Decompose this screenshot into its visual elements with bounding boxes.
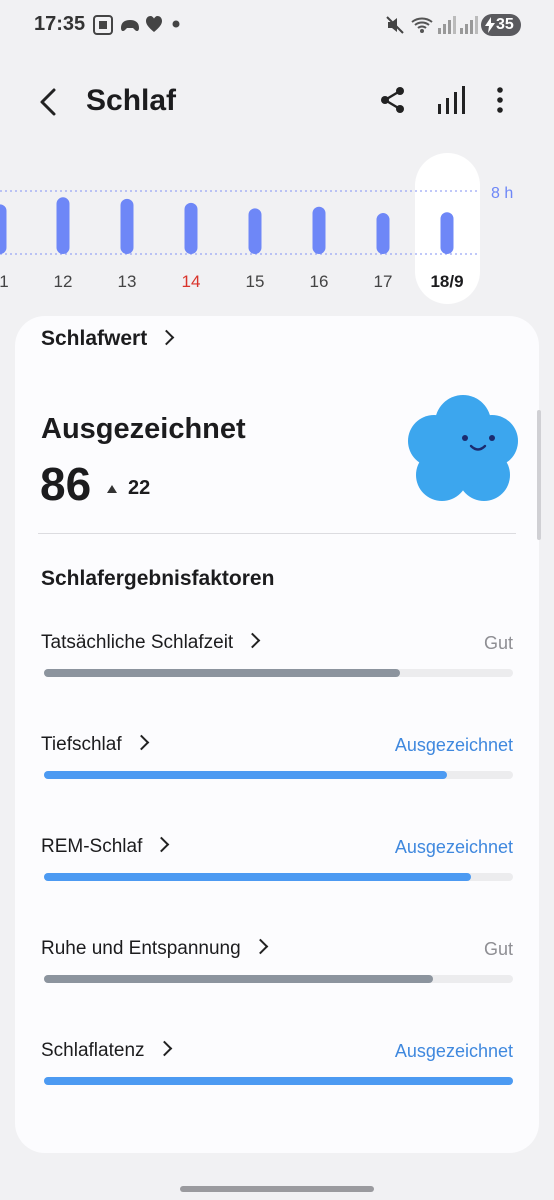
chevron-right-icon xyxy=(156,1040,172,1057)
day-label[interactable]: 16 xyxy=(299,272,339,292)
factor-progress-fill xyxy=(44,975,434,983)
factor-progress-track xyxy=(44,1077,513,1085)
sleep-bar-14[interactable] xyxy=(184,202,198,254)
sleep-bar-13[interactable] xyxy=(120,198,134,254)
factor-label-link[interactable]: Tiefschlaf xyxy=(41,734,149,756)
chevron-right-icon xyxy=(158,329,175,346)
factor-status: Ausgezeichnet xyxy=(394,735,513,755)
factor-label-link[interactable]: Schlaflatenz xyxy=(41,1040,172,1062)
factor-label: Tiefschlaf xyxy=(41,734,122,755)
score-heading: Schlafwert xyxy=(41,327,148,350)
score-heading-link[interactable]: Schlafwert xyxy=(41,327,175,351)
factors-heading: Schlafergebnisfaktoren xyxy=(41,567,275,590)
reference-label: 8 h xyxy=(491,185,513,202)
factor-status: Gut xyxy=(483,939,513,959)
factor-label: Schlaflatenz xyxy=(41,1040,145,1061)
chevron-right-icon xyxy=(252,938,268,955)
factor-status: Ausgezeichnet xyxy=(394,1041,513,1061)
factor-progress-track xyxy=(44,771,513,779)
scrollbar[interactable] xyxy=(537,410,541,540)
factor-label-link[interactable]: Tatsächliche Schlafzeit xyxy=(41,632,261,654)
score-change: 22 xyxy=(128,477,151,499)
sleep-bar-15[interactable] xyxy=(248,208,262,254)
factor-progress-track xyxy=(44,873,513,881)
score-rating: Ausgezeichnet xyxy=(41,413,246,445)
sleep-chart: 8 h xyxy=(0,185,513,255)
divider xyxy=(38,533,516,534)
sleep-bar-12[interactable] xyxy=(56,197,70,254)
triangle-up-icon xyxy=(107,485,117,493)
factor-progress-fill xyxy=(44,669,401,677)
sleep-bar-16[interactable] xyxy=(312,206,326,254)
day-label[interactable]: 14 xyxy=(171,272,211,292)
factor-progress-fill xyxy=(44,771,448,779)
day-label[interactable]: 15 xyxy=(235,272,275,292)
factor-status: Gut xyxy=(483,633,513,653)
cloud-mascot-icon xyxy=(408,395,518,501)
day-label[interactable]: 1 xyxy=(0,272,24,292)
factor-status: Ausgezeichnet xyxy=(394,837,513,857)
score-value: 86 xyxy=(40,458,92,510)
factor-label-link[interactable]: REM-Schlaf xyxy=(41,836,170,858)
chevron-right-icon xyxy=(154,836,170,853)
day-label[interactable]: 18/9 xyxy=(427,272,467,292)
chevron-right-icon xyxy=(133,734,149,751)
sleep-bar-1[interactable] xyxy=(0,204,7,254)
day-label[interactable]: 17 xyxy=(363,272,403,292)
factor-progress-fill xyxy=(44,873,471,881)
sleep-bar-17[interactable] xyxy=(376,213,390,254)
day-label[interactable]: 12 xyxy=(43,272,83,292)
home-indicator[interactable] xyxy=(180,1186,374,1192)
chevron-right-icon xyxy=(244,632,261,649)
sleep-bar-18-9[interactable] xyxy=(440,212,454,254)
factor-progress-fill xyxy=(44,1077,513,1085)
factor-progress-track xyxy=(44,669,513,677)
day-label[interactable]: 13 xyxy=(107,272,147,292)
factor-label: REM-Schlaf xyxy=(41,836,143,857)
factor-label: Tatsächliche Schlafzeit xyxy=(41,632,234,653)
factor-label-link[interactable]: Ruhe und Entspannung xyxy=(41,938,268,960)
factor-label: Ruhe und Entspannung xyxy=(41,938,241,959)
factor-progress-track xyxy=(44,975,513,983)
